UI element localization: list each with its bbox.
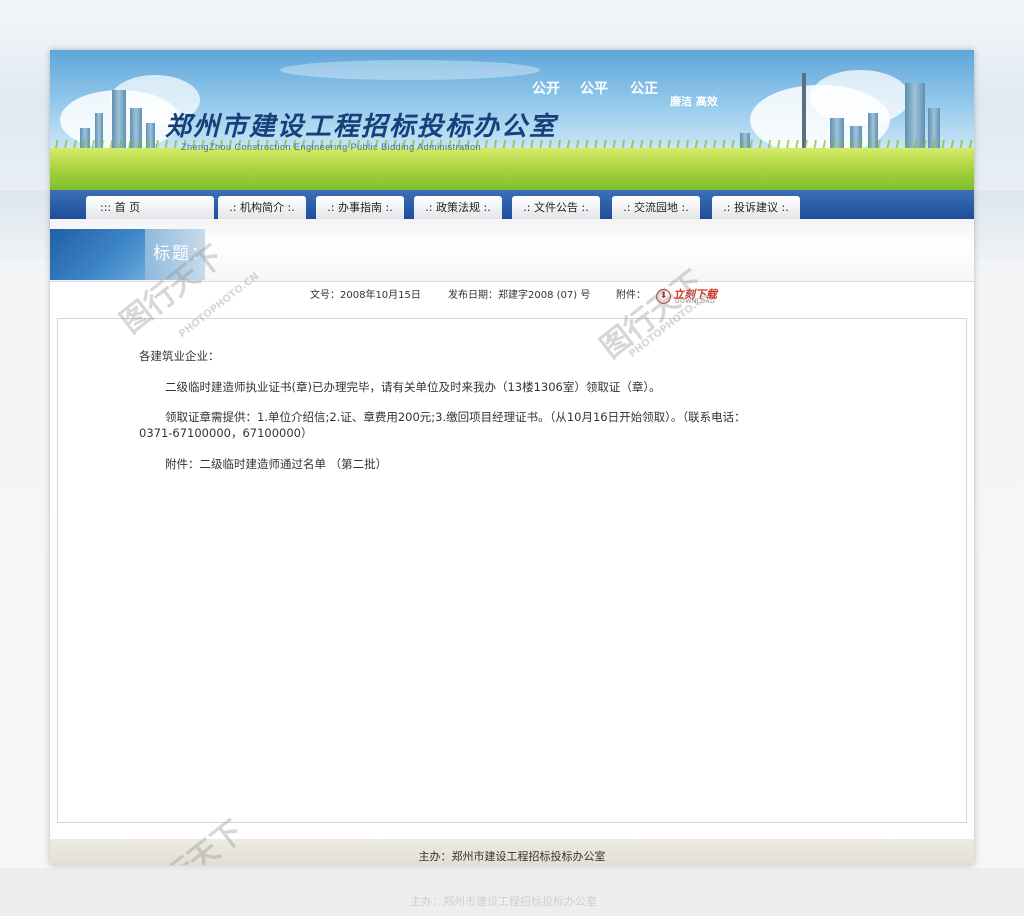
article-body: 各建筑业企业： 二级临时建造师执业证书(章)已办理完毕，请有关单位及时来我办（1… [57, 318, 967, 823]
footer-host: 主办：郑州市建设工程招标投标办公室 [418, 850, 606, 863]
nav-item-complaints[interactable]: .: 投诉建议 :. [712, 196, 800, 219]
slogan-small: 廉洁 高效 [670, 95, 718, 108]
salutation: 各建筑业企业： [139, 349, 220, 363]
site-footer: 主办：郑州市建设工程招标投标办公室 [50, 839, 974, 865]
cloud-decoration [280, 60, 540, 80]
doc-number: 文号：2008年10月15日 [310, 290, 421, 301]
attachment-label: 附件： [616, 290, 646, 301]
nav-item-about[interactable]: .: 机构简介 :. [218, 196, 306, 219]
background-footer-echo: 主办：郑州市建设工程招标投标办公室 [410, 896, 597, 908]
article-meta: 文号：2008年10月15日 发布日期：郑建字2008 (07) 号 附件： [50, 282, 974, 310]
title-block-decoration [50, 229, 145, 280]
title-strip: 标题： [50, 219, 974, 282]
publish-date: 发布日期：郑建字2008 (07) 号 [448, 290, 591, 301]
slogan-fair: 公平 [580, 81, 608, 97]
slogan-open: 公开 [532, 81, 560, 97]
site-subtitle: ZhengZhou Construction Engineering Publi… [181, 142, 482, 152]
page-frame: 郑州市建设工程招标投标办公室 ZhengZhou Construction En… [50, 50, 974, 865]
download-icon: ⬇ [656, 289, 671, 304]
paragraph-2-line-2: 0371-67100000，67100000） [139, 426, 313, 440]
paragraph-1: 二级临时建造师执业证书(章)已办理完毕，请有关单位及时来我办（13楼1306室）… [165, 380, 661, 394]
attachment-paragraph[interactable]: 附件：二级临时建造师通过名单 （第二批） [165, 456, 387, 472]
cloud-decoration [810, 70, 910, 125]
nav-item-home[interactable]: ::: 首 页 [86, 196, 214, 219]
nav-item-policy[interactable]: .: 政策法规 :. [414, 196, 502, 219]
main-nav: ::: 首 页 .: 机构简介 :. .: 办事指南 :. .: 政策法规 :.… [50, 190, 974, 219]
nav-item-notices[interactable]: .: 文件公告 :. [512, 196, 600, 219]
paragraph-2-line-1: 领取证章需提供：1.单位介绍信;2.证、章费用200元;3.缴回项目经理证书。（… [165, 410, 746, 424]
nav-item-forum[interactable]: .: 交流园地 :. [612, 196, 700, 219]
slogan-just: 公正 [630, 81, 658, 97]
site-title: 郑州市建设工程招标投标办公室 [165, 112, 558, 142]
download-button[interactable]: ⬇ 立刻下载 DOWNLOAD [656, 286, 726, 306]
article-title-label: 标题： [153, 244, 210, 264]
nav-item-guide[interactable]: .: 办事指南 :. [316, 196, 404, 219]
site-banner: 郑州市建设工程招标投标办公室 ZhengZhou Construction En… [50, 50, 974, 190]
download-sublabel: DOWNLOAD [675, 298, 716, 305]
grass-decoration [50, 148, 974, 190]
